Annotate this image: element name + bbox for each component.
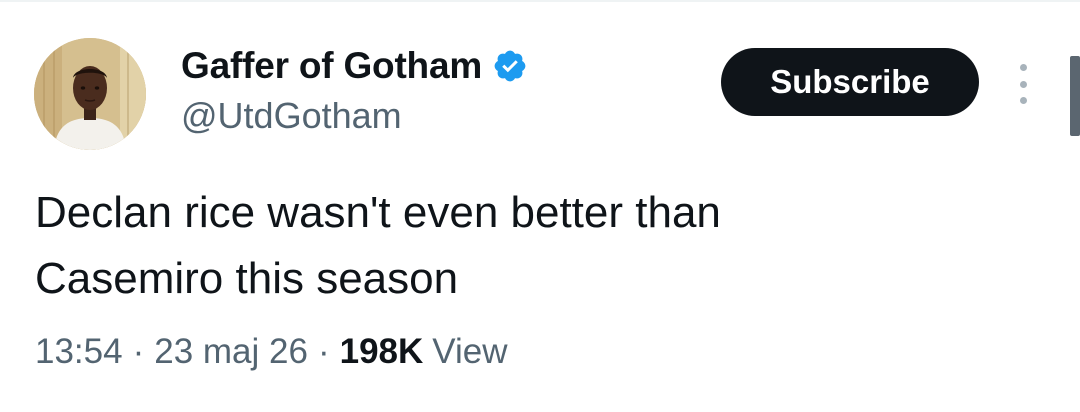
- more-dot: [1019, 80, 1027, 88]
- more-options-icon[interactable]: [1012, 64, 1034, 104]
- avatar-photo: [34, 38, 146, 150]
- avatar[interactable]: [34, 38, 146, 150]
- scrollbar[interactable]: [1070, 56, 1080, 136]
- author-display-name[interactable]: Gaffer of Gotham: [181, 44, 482, 88]
- author-name-row[interactable]: Gaffer of Gotham: [181, 44, 528, 88]
- more-dot: [1019, 97, 1027, 104]
- tweet-date[interactable]: 23 maj 26: [154, 330, 308, 374]
- more-dot: [1019, 64, 1027, 71]
- views-label[interactable]: View: [432, 330, 507, 374]
- views-count[interactable]: 198K: [340, 330, 424, 374]
- divider: [0, 0, 1080, 2]
- verified-badge-icon: [492, 48, 528, 84]
- tweet-meta: 13:54 · 23 maj 26 · 198K View: [35, 330, 508, 374]
- subscribe-button[interactable]: Subscribe: [721, 48, 979, 116]
- tweet-time[interactable]: 13:54: [35, 330, 123, 374]
- author-handle[interactable]: @UtdGotham: [181, 94, 402, 138]
- meta-separator: ·: [317, 332, 330, 371]
- tweet-card: Gaffer of Gotham @UtdGotham Subscribe De…: [0, 0, 1080, 412]
- meta-separator: ·: [132, 332, 145, 371]
- tweet-text: Declan rice wasn't even better than Case…: [35, 188, 721, 303]
